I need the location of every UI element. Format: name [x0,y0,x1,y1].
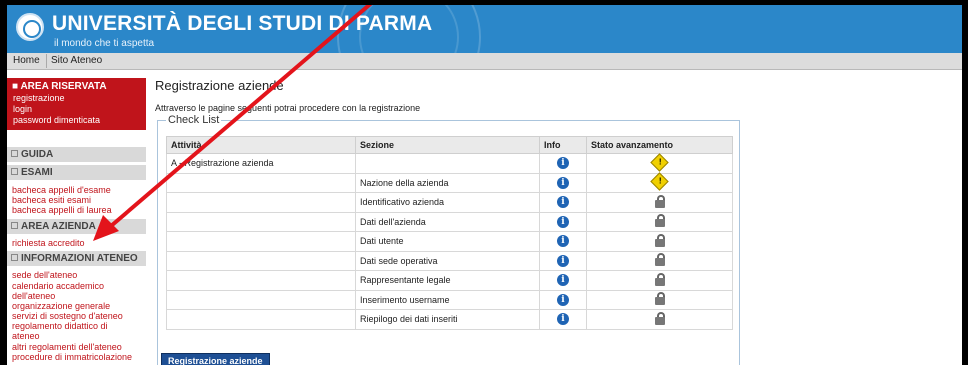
browser-page: UNIVERSITÀ DEGLI STUDI DI PARMA il mondo… [7,5,962,365]
annotation-arrow [93,5,373,241]
